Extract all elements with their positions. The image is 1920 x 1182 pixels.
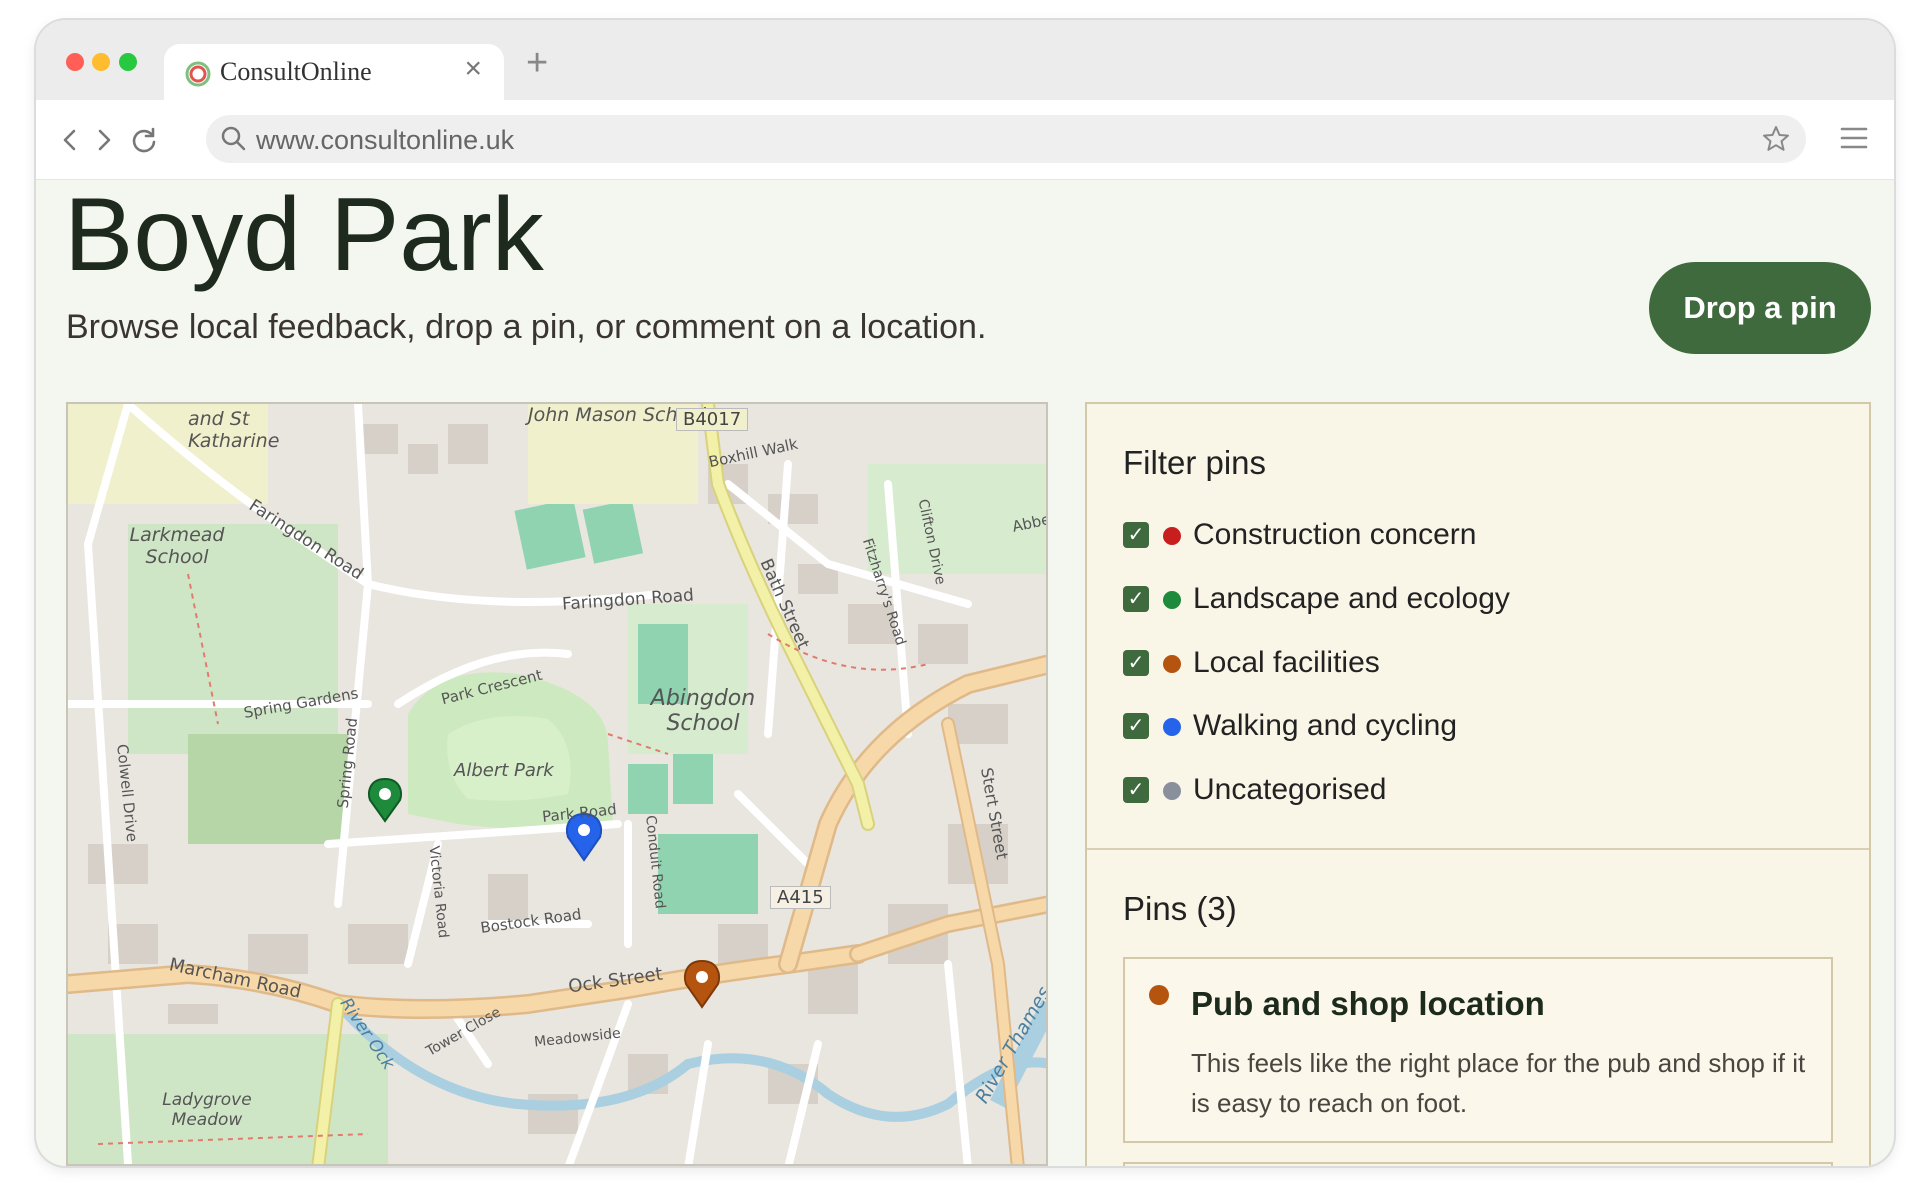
albert-park-inner bbox=[447, 716, 571, 801]
map-label-albert-park: Albert Park bbox=[454, 760, 554, 781]
back-icon[interactable] bbox=[52, 122, 88, 158]
side-panel: Filter pins ✓ Construction concern ✓ Lan… bbox=[1085, 402, 1871, 1166]
pin-card-next[interactable] bbox=[1123, 1162, 1833, 1166]
new-tab-button[interactable]: + bbox=[526, 44, 548, 82]
map-label-larkmead: Larkmead School bbox=[129, 524, 225, 568]
star-icon[interactable] bbox=[1760, 123, 1792, 155]
pin-card-text: This feels like the right place for the … bbox=[1191, 1048, 1806, 1118]
page-content: Boyd Park Browse local feedback, drop a … bbox=[36, 177, 1894, 1166]
category-dot-grey bbox=[1163, 782, 1181, 800]
map-label-a415: A415 bbox=[770, 886, 831, 909]
maximize-window-button[interactable] bbox=[119, 53, 137, 71]
filter-label: Walking and cycling bbox=[1193, 709, 1458, 742]
filter-title: Filter pins bbox=[1123, 444, 1267, 481]
pins-title: Pins (3) bbox=[1123, 890, 1237, 927]
close-window-button[interactable] bbox=[66, 53, 84, 71]
map-label-abingdon-school: Abingdon School bbox=[650, 686, 756, 736]
map-canvas bbox=[68, 404, 1046, 1164]
pin-card-title: Pub and shop location bbox=[1191, 985, 1545, 1022]
filter-label: Local facilities bbox=[1193, 646, 1380, 679]
filter-label: Uncategorised bbox=[1193, 773, 1387, 806]
filter-label: Landscape and ecology bbox=[1193, 582, 1510, 615]
woodland-area bbox=[188, 734, 348, 844]
browser-tab[interactable]: ConsultOnline × bbox=[164, 44, 504, 100]
forward-icon[interactable] bbox=[86, 122, 122, 158]
checkbox-checked[interactable]: ✓ bbox=[1123, 777, 1149, 803]
checkbox-checked[interactable]: ✓ bbox=[1123, 522, 1149, 548]
search-icon bbox=[221, 126, 246, 151]
pin-card[interactable]: Pub and shop location This feels like th… bbox=[1123, 957, 1833, 1143]
drop-pin-button[interactable]: Drop a pin bbox=[1649, 262, 1871, 354]
checkbox-checked[interactable]: ✓ bbox=[1123, 713, 1149, 739]
checkbox-checked[interactable]: ✓ bbox=[1123, 650, 1149, 676]
pitch-7 bbox=[708, 834, 758, 914]
minimize-window-button[interactable] bbox=[92, 53, 110, 71]
map[interactable]: John Mason School B4017 Boxhill Walk and… bbox=[66, 402, 1048, 1166]
tab-title: ConsultOnline bbox=[220, 57, 372, 86]
pin-category-dot bbox=[1149, 985, 1169, 1005]
tab-close-icon[interactable]: × bbox=[464, 54, 482, 84]
pitch-1 bbox=[514, 498, 586, 570]
reload-icon[interactable] bbox=[126, 122, 162, 158]
tab-bar: ConsultOnline × + bbox=[36, 20, 1894, 100]
url-text: www.consultonline.uk bbox=[256, 125, 515, 155]
filter-label: Construction concern bbox=[1193, 518, 1477, 551]
panel-divider bbox=[1087, 848, 1869, 850]
address-bar[interactable]: www.consultonline.uk bbox=[206, 115, 1806, 163]
category-dot-green bbox=[1163, 591, 1181, 609]
map-label-ladygrove: Ladygrove Meadow bbox=[162, 1090, 252, 1130]
category-dot-blue bbox=[1163, 718, 1181, 736]
page-subtitle: Browse local feedback, drop a pin, or co… bbox=[66, 308, 987, 346]
page-title: Boyd Park bbox=[64, 177, 544, 293]
category-dot-orange bbox=[1163, 655, 1181, 673]
pitch-4 bbox=[628, 764, 668, 814]
map-label-katharine: and St Katharine bbox=[188, 408, 280, 452]
browser-window: ConsultOnline × + www.consultonline.uk B… bbox=[36, 20, 1894, 1166]
consultonline-logo-icon bbox=[185, 61, 211, 87]
menu-icon[interactable] bbox=[1836, 120, 1872, 156]
category-dot-red bbox=[1163, 527, 1181, 545]
checkbox-checked[interactable]: ✓ bbox=[1123, 586, 1149, 612]
map-label-b4017: B4017 bbox=[676, 408, 749, 431]
browser-toolbar: www.consultonline.uk bbox=[36, 100, 1894, 180]
pitch-5 bbox=[673, 754, 713, 804]
